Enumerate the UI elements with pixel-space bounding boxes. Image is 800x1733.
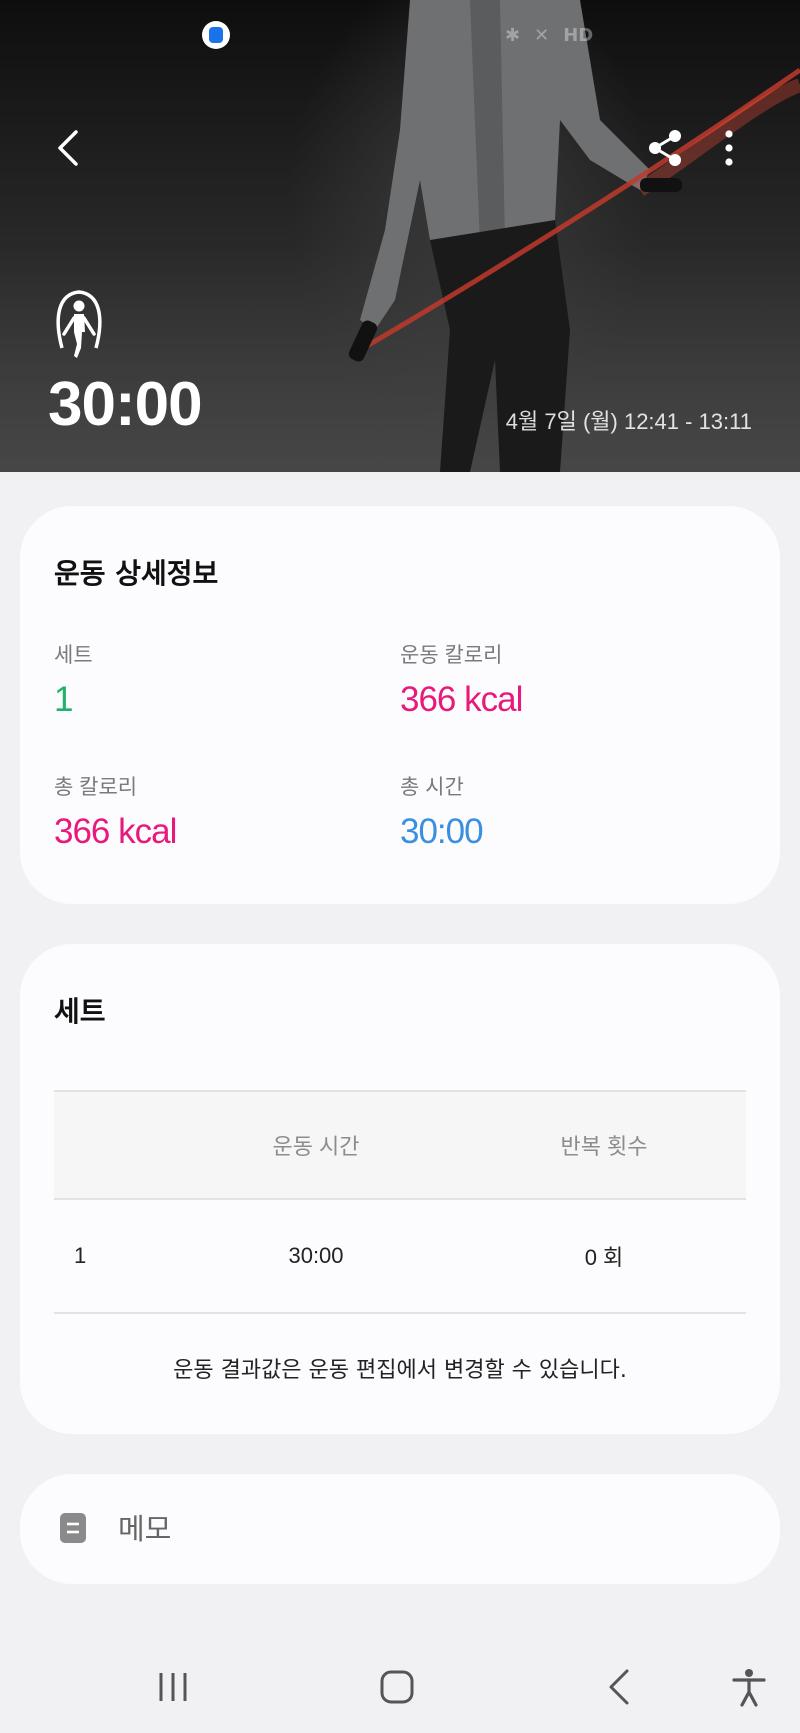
stat-value: 30:00 [400, 812, 484, 851]
hero-banner: ✱ ✕ HD 30:00 4월 7일 (월) 12:41 - 13:11 [0, 0, 800, 472]
home-icon [380, 1670, 414, 1703]
nav-back-button[interactable] [576, 1640, 666, 1733]
recent-apps-button[interactable] [128, 1640, 218, 1733]
accessibility-icon [732, 1668, 766, 1707]
set-index: 1 [74, 1243, 87, 1268]
memo-label: 메모 [118, 1512, 172, 1546]
recent-apps-icon [159, 1672, 187, 1701]
sets-card: 세트 운동 시간 반복 횟수 1 30:00 0 회 운동 결과값은 운동 편집… [20, 944, 780, 1434]
more-vertical-icon [725, 130, 733, 166]
accessibility-button[interactable] [704, 1640, 794, 1733]
table-row: 1 30:00 0 회 [54, 1200, 746, 1314]
set-time: 30:00 [288, 1243, 344, 1268]
workout-duration: 30:00 [48, 370, 203, 439]
chevron-left-icon [58, 130, 78, 166]
back-icon [609, 1669, 629, 1704]
stat-value: 1 [54, 680, 73, 719]
system-navigation-bar [0, 1640, 800, 1733]
mute-icon: ✕ [534, 24, 550, 46]
set-reps: 0 회 [584, 1245, 624, 1270]
stat-label: 총 칼로리 [54, 776, 138, 799]
workout-details-card: 운동 상세정보 세트 1 운동 칼로리 366 kcal 총 칼로리 366 k… [20, 506, 780, 904]
app-notification-icon [202, 21, 230, 49]
stat-label: 운동 칼로리 [400, 644, 503, 667]
stat-workout-calories: 운동 칼로리 366 kcal [400, 642, 700, 722]
memo-icon [60, 1513, 86, 1543]
stat-sets: 세트 1 [54, 642, 354, 722]
stat-value: 366 kcal [54, 812, 177, 851]
stat-value: 366 kcal [400, 680, 523, 719]
stat-label: 세트 [54, 644, 93, 667]
status-bar-icons: ✱ ✕ HD [505, 22, 593, 48]
memo-card[interactable]: 메모 [20, 1474, 780, 1584]
share-button[interactable] [646, 128, 686, 168]
stat-label: 총 시간 [400, 776, 464, 799]
edit-hint-text: 운동 결과값은 운동 편집에서 변경할 수 있습니다. [173, 1358, 627, 1383]
sets-table: 운동 시간 반복 횟수 1 30:00 0 회 [54, 1090, 746, 1314]
share-icon [649, 130, 681, 166]
back-button[interactable] [48, 118, 92, 178]
table-header: 운동 시간 반복 횟수 [54, 1090, 746, 1200]
details-title: 운동 상세정보 [54, 557, 219, 590]
hd-voice-icon: HD [563, 24, 594, 46]
stat-total-time: 총 시간 30:00 [400, 774, 700, 854]
workout-datetime: 4월 7일 (월) 12:41 - 13:11 [505, 409, 752, 434]
bluetooth-icon: ✱ [505, 24, 521, 46]
stat-total-calories: 총 칼로리 366 kcal [54, 774, 354, 854]
column-header-time: 운동 시간 [272, 1134, 360, 1159]
home-button[interactable] [352, 1640, 442, 1733]
jump-rope-icon [56, 290, 102, 358]
sets-title: 세트 [54, 995, 106, 1028]
more-options-button[interactable] [712, 128, 746, 168]
column-header-reps: 반복 횟수 [560, 1134, 648, 1159]
